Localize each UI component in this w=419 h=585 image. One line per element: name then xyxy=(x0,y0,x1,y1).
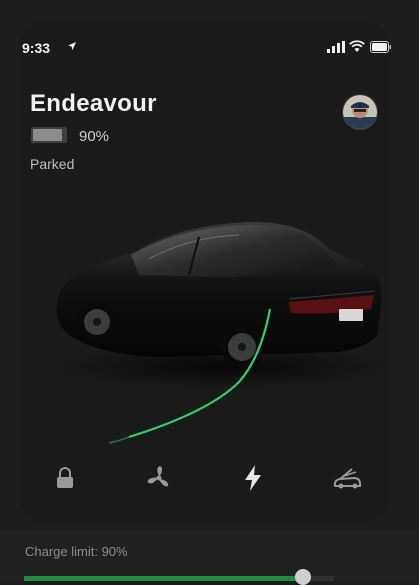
fan-icon xyxy=(147,466,169,487)
wifi-icon xyxy=(349,40,365,52)
lock-button[interactable] xyxy=(49,462,81,494)
quick-controls xyxy=(19,462,391,502)
charge-limit-label: Charge limit: 90% xyxy=(25,544,128,559)
status-bar: 9:33 xyxy=(19,22,391,72)
charge-limit-slider[interactable] xyxy=(24,569,334,585)
avatar[interactable] xyxy=(342,94,378,130)
park-status: Parked xyxy=(30,156,75,172)
charge-button[interactable] xyxy=(237,462,269,494)
vehicle-card: 9:33 Endeavour 90% Parked xyxy=(19,22,391,522)
frunk-open-icon xyxy=(333,468,361,489)
vehicle-name: Endeavour xyxy=(30,90,157,117)
battery-level-indicator xyxy=(31,127,67,143)
frunk-button[interactable] xyxy=(331,462,363,494)
charge-limit-fill xyxy=(24,576,303,581)
status-time: 9:33 xyxy=(22,40,51,56)
car-image xyxy=(54,221,384,444)
climate-button[interactable] xyxy=(143,462,175,494)
charge-section: Charge limit: 90% xyxy=(0,530,419,585)
location-arrow-icon xyxy=(68,42,76,50)
charge-limit-handle[interactable] xyxy=(295,569,311,585)
user-photo xyxy=(343,95,377,129)
battery-percent: 90% xyxy=(79,128,110,145)
battery-icon xyxy=(370,41,391,53)
charge-bolt-icon xyxy=(245,465,261,491)
lock-icon xyxy=(57,467,73,488)
battery-level-fill xyxy=(33,129,62,141)
cellular-signal-icon xyxy=(327,41,345,53)
